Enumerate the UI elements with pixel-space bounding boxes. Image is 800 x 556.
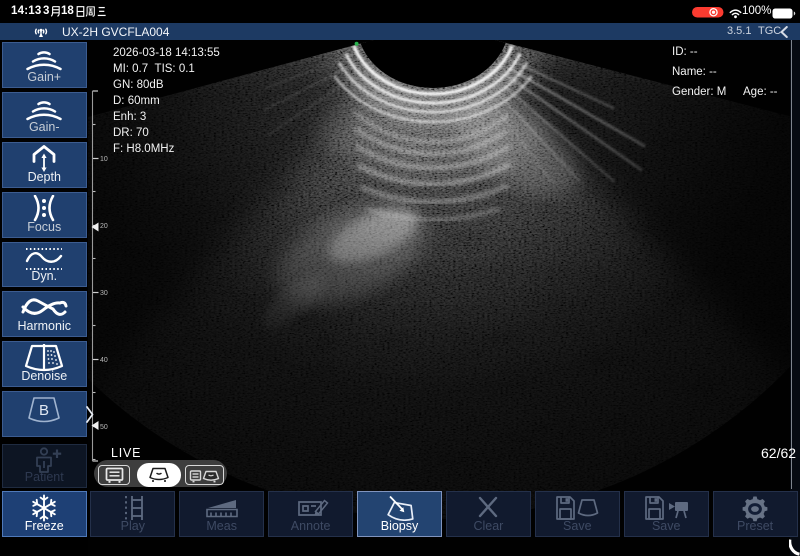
- svg-text:B: B: [39, 402, 49, 419]
- svg-text:50: 50: [100, 424, 108, 431]
- svg-text:10: 10: [100, 156, 108, 163]
- svg-text:30: 30: [100, 290, 108, 297]
- svg-text:40: 40: [100, 357, 108, 364]
- svg-text:20: 20: [100, 223, 108, 230]
